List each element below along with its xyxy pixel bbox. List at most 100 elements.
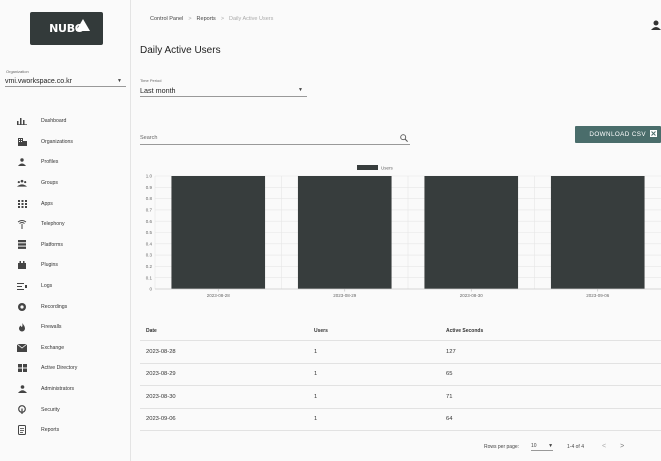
nubo-logo[interactable]: NUBO (30, 12, 103, 45)
sidebar-item-plugins[interactable]: Plugins (0, 255, 131, 276)
sidebar-item-logs[interactable]: Logs (0, 276, 131, 297)
sidebar-item-security[interactable]: Security (0, 399, 131, 420)
mail-icon (17, 343, 27, 352)
sidebar-item-active-directory[interactable]: Active Directory (0, 358, 131, 379)
header-users[interactable]: Users (311, 328, 443, 334)
table-row[interactable]: 2023-09-06 1 64 (140, 409, 661, 431)
directory-grid-icon (17, 364, 27, 373)
sidebar-item-label: Recordings (41, 303, 68, 310)
search-icon[interactable] (400, 133, 408, 142)
sidebar-item-apps[interactable]: Apps (0, 193, 131, 214)
sidebar-item-telephony[interactable]: Telephony (0, 214, 131, 235)
time-period-value: Last month (140, 85, 176, 95)
header-active-seconds[interactable]: Active Seconds (443, 328, 661, 334)
main-content: Control Panel > Reports > Daily Active U… (131, 0, 661, 461)
sidebar: NUBO Organization vmi.vworkspace.co.kr ▼… (0, 0, 131, 461)
table-row[interactable]: 2023-08-30 1 71 (140, 386, 661, 409)
sidebar-nav: Dashboard Organizations Profiles Groups … (0, 111, 131, 441)
sidebar-item-label: Plugins (41, 262, 59, 269)
breadcrumb: Control Panel > Reports > Daily Active U… (150, 16, 273, 22)
x-tick-label: 2023-08-28 (207, 293, 231, 298)
table-row[interactable]: 2023-08-28 1 127 (140, 341, 661, 364)
organization-select[interactable]: vmi.vworkspace.co.kr ▼ (5, 76, 126, 87)
antenna-icon (17, 219, 27, 229)
table-row[interactable]: 2023-08-29 1 65 (140, 364, 661, 386)
pagination: Rows per page: 10 ▼ 1-4 of 4 < > (484, 442, 624, 451)
cell-active-seconds: 71 (446, 393, 453, 400)
time-period-label: Time Period (140, 78, 162, 83)
caret-down-icon: ▼ (548, 443, 554, 449)
server-icon (17, 240, 27, 250)
cell-active-seconds: 65 (446, 371, 453, 378)
group-icon (17, 179, 27, 187)
header-date[interactable]: Date (140, 328, 311, 334)
cell-date: 2023-09-06 (146, 416, 176, 423)
people-icon (17, 158, 27, 167)
y-tick-label: 0.2 (146, 264, 153, 269)
daily-active-users-chart: Users 1.0 0.9 0.8 0.7 0.6 0.5 0.4 0.3 0.2 0.1 0 2023… (146, 165, 661, 298)
y-tick-label: 0.7 (146, 208, 153, 213)
breadcrumb-control-panel[interactable]: Control Panel (150, 16, 183, 22)
sidebar-item-label: Security (41, 406, 60, 413)
legend-label: Users (381, 166, 394, 171)
sidebar-item-label: Apps (41, 200, 53, 207)
next-page-button[interactable]: > (620, 443, 624, 450)
sidebar-item-dashboard[interactable]: Dashboard (0, 111, 131, 132)
sidebar-item-recordings[interactable]: Recordings (0, 296, 131, 317)
logo-mountain-icon (76, 19, 90, 31)
sidebar-item-reports[interactable]: Reports (0, 420, 131, 441)
sidebar-item-exchange[interactable]: Exchange (0, 338, 131, 359)
y-tick-label: 0 (149, 287, 152, 292)
download-csv-button[interactable]: DOWNLOAD CSV (575, 126, 661, 143)
cell-users: 1 (314, 348, 318, 355)
cell-users: 1 (314, 393, 318, 400)
breadcrumb-reports[interactable]: Reports (197, 16, 216, 22)
plugin-icon (17, 261, 27, 270)
search-placeholder: Search (140, 134, 158, 141)
search-input[interactable]: Search (140, 131, 410, 145)
y-tick-label: 0.6 (146, 219, 153, 224)
record-icon (17, 302, 27, 311)
sidebar-item-label: Firewalls (41, 324, 62, 331)
building-icon (17, 137, 27, 146)
admin-icon (17, 385, 27, 394)
y-tick-label: 0.8 (146, 196, 153, 201)
sidebar-item-profiles[interactable]: Profiles (0, 152, 131, 173)
breadcrumb-separator: > (220, 16, 225, 22)
y-tick-label: 0.1 (146, 275, 153, 280)
sidebar-item-label: Groups (41, 180, 59, 187)
x-tick-label: 2023-08-29 (333, 293, 357, 298)
page-title: Daily Active Users (140, 45, 221, 56)
y-tick-label: 1.0 (146, 174, 153, 179)
breadcrumb-separator: > (188, 16, 192, 22)
cell-users: 1 (314, 416, 318, 423)
bar-chart-icon (17, 117, 27, 126)
user-account-icon[interactable] (651, 17, 661, 30)
sidebar-item-firewalls[interactable]: Firewalls (0, 317, 131, 338)
bar (424, 176, 519, 289)
cell-date: 2023-08-28 (146, 348, 176, 355)
security-icon (17, 405, 27, 415)
logs-icon (17, 282, 27, 290)
sidebar-item-administrators[interactable]: Administrators (0, 379, 131, 400)
cell-active-seconds: 127 (446, 348, 456, 355)
bar (297, 176, 392, 289)
sidebar-item-label: Platforms (41, 241, 63, 248)
sidebar-item-platforms[interactable]: Platforms (0, 235, 131, 256)
download-csv-label: DOWNLOAD CSV (589, 131, 646, 138)
organization-value: vmi.vworkspace.co.kr (5, 77, 72, 85)
cell-users: 1 (314, 371, 318, 378)
rows-per-page-label: Rows per page: (484, 443, 520, 450)
time-period-select[interactable]: Last month ▼ (140, 84, 307, 97)
sidebar-item-label: Dashboard (41, 118, 67, 125)
sidebar-item-groups[interactable]: Groups (0, 173, 131, 194)
previous-page-button[interactable]: < (602, 443, 606, 450)
cell-date: 2023-08-30 (146, 393, 176, 400)
table-header-row: Date Users Active Seconds (140, 321, 661, 341)
sidebar-item-label: Reports (41, 427, 60, 434)
sidebar-item-label: Profiles (41, 159, 59, 166)
bar (171, 176, 266, 289)
rows-per-page-select[interactable]: 10 ▼ (531, 442, 554, 451)
data-table: Date Users Active Seconds 2023-08-28 1 1… (140, 321, 661, 431)
sidebar-item-organizations[interactable]: Organizations (0, 132, 131, 153)
